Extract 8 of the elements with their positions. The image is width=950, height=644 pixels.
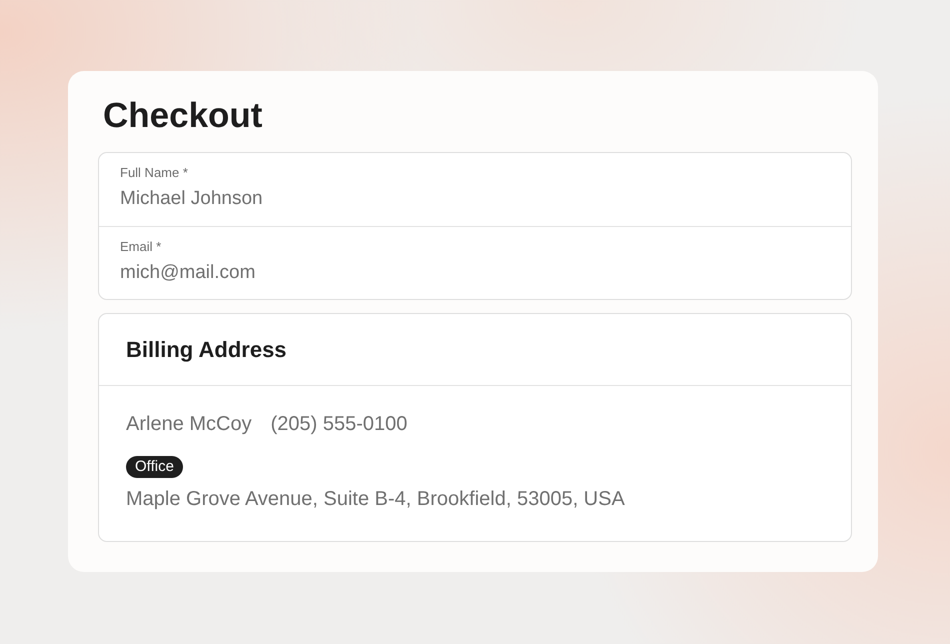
address-type-badge: Office (126, 456, 183, 478)
text-field[interactable]: Full Name * Michael Johnson (99, 153, 851, 226)
checkout-title: Checkout (103, 96, 264, 136)
address-text: Maple Grove Avenue, Suite B-4, Brookfield, 53005, USA (126, 488, 625, 511)
phone-number: (205) 555-0100 (270, 413, 408, 436)
billing-address-heading: Billing Address (126, 336, 287, 362)
text-field[interactable]: Email * mich@mail.com (99, 226, 851, 299)
contact-name: Arlene McCoy (126, 413, 252, 436)
